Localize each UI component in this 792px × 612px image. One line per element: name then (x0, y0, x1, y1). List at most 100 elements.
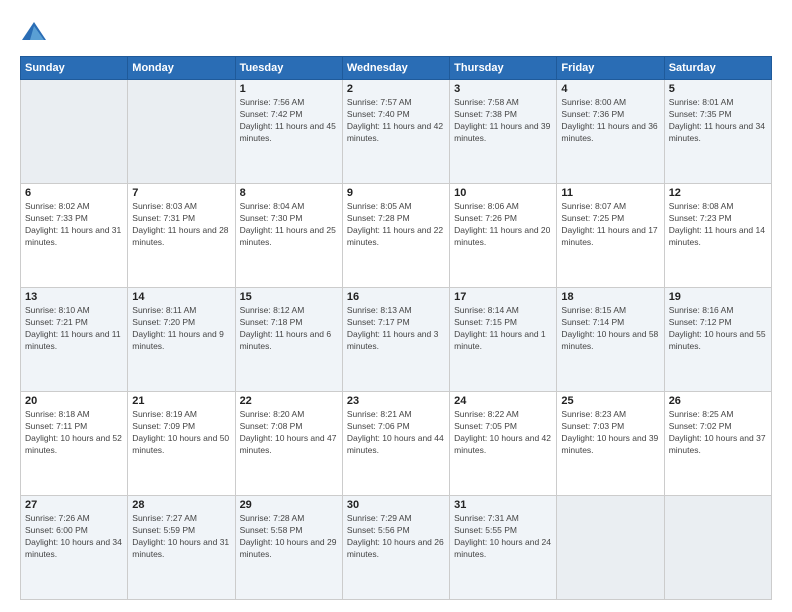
weekday-header: Tuesday (235, 57, 342, 80)
calendar-table: SundayMondayTuesdayWednesdayThursdayFrid… (20, 56, 772, 600)
day-number: 3 (454, 83, 552, 95)
day-number: 28 (132, 499, 230, 511)
calendar-cell (21, 80, 128, 184)
calendar-cell: 22 Sunrise: 8:20 AM Sunset: 7:08 PM Dayli… (235, 392, 342, 496)
day-number: 7 (132, 187, 230, 199)
calendar-cell: 28 Sunrise: 7:27 AM Sunset: 5:59 PM Dayli… (128, 496, 235, 600)
day-detail: Sunrise: 8:23 AM Sunset: 7:03 PM Dayligh… (561, 409, 659, 457)
day-detail: Sunrise: 8:16 AM Sunset: 7:12 PM Dayligh… (669, 305, 767, 353)
day-detail: Sunrise: 8:13 AM Sunset: 7:17 PM Dayligh… (347, 305, 445, 353)
weekday-header: Saturday (664, 57, 771, 80)
day-detail: Sunrise: 8:21 AM Sunset: 7:06 PM Dayligh… (347, 409, 445, 457)
day-detail: Sunrise: 7:28 AM Sunset: 5:58 PM Dayligh… (240, 513, 338, 561)
day-detail: Sunrise: 8:06 AM Sunset: 7:26 PM Dayligh… (454, 201, 552, 249)
day-number: 18 (561, 291, 659, 303)
day-number: 15 (240, 291, 338, 303)
day-detail: Sunrise: 8:18 AM Sunset: 7:11 PM Dayligh… (25, 409, 123, 457)
calendar-cell: 30 Sunrise: 7:29 AM Sunset: 5:56 PM Dayli… (342, 496, 449, 600)
day-number: 16 (347, 291, 445, 303)
calendar-cell: 8 Sunrise: 8:04 AM Sunset: 7:30 PM Daylig… (235, 184, 342, 288)
day-number: 31 (454, 499, 552, 511)
day-detail: Sunrise: 8:04 AM Sunset: 7:30 PM Dayligh… (240, 201, 338, 249)
calendar-cell: 18 Sunrise: 8:15 AM Sunset: 7:14 PM Dayli… (557, 288, 664, 392)
day-number: 1 (240, 83, 338, 95)
calendar-cell: 9Sunrise: 8:05 AM Sunset: 7:28 PM Daylig… (342, 184, 449, 288)
day-detail: Sunrise: 7:57 AM Sunset: 7:40 PM Dayligh… (347, 97, 445, 145)
calendar-cell: 10 Sunrise: 8:06 AM Sunset: 7:26 PM Dayli… (450, 184, 557, 288)
calendar-cell: 20 Sunrise: 8:18 AM Sunset: 7:11 PM Dayli… (21, 392, 128, 496)
weekday-header: Thursday (450, 57, 557, 80)
day-number: 5 (669, 83, 767, 95)
calendar-week-row: 20 Sunrise: 8:18 AM Sunset: 7:11 PM Dayli… (21, 392, 772, 496)
calendar-cell (664, 496, 771, 600)
header (20, 18, 772, 46)
calendar-cell: 25 Sunrise: 8:23 AM Sunset: 7:03 PM Dayli… (557, 392, 664, 496)
calendar-cell: 21 Sunrise: 8:19 AM Sunset: 7:09 PM Dayli… (128, 392, 235, 496)
day-number: 8 (240, 187, 338, 199)
day-number: 20 (25, 395, 123, 407)
calendar-cell: 15 Sunrise: 8:12 AM Sunset: 7:18 PM Dayli… (235, 288, 342, 392)
day-detail: Sunrise: 7:29 AM Sunset: 5:56 PM Dayligh… (347, 513, 445, 561)
day-number: 25 (561, 395, 659, 407)
logo (20, 18, 52, 46)
day-number: 19 (669, 291, 767, 303)
calendar-week-row: 27Sunrise: 7:26 AM Sunset: 6:00 PM Dayli… (21, 496, 772, 600)
day-number: 22 (240, 395, 338, 407)
calendar-cell: 23Sunrise: 8:21 AM Sunset: 7:06 PM Dayli… (342, 392, 449, 496)
calendar-cell: 24Sunrise: 8:22 AM Sunset: 7:05 PM Dayli… (450, 392, 557, 496)
calendar-cell: 7 Sunrise: 8:03 AM Sunset: 7:31 PM Daylig… (128, 184, 235, 288)
day-detail: Sunrise: 8:02 AM Sunset: 7:33 PM Dayligh… (25, 201, 123, 249)
day-detail: Sunrise: 8:20 AM Sunset: 7:08 PM Dayligh… (240, 409, 338, 457)
day-number: 6 (25, 187, 123, 199)
day-detail: Sunrise: 8:14 AM Sunset: 7:15 PM Dayligh… (454, 305, 552, 353)
weekday-header: Wednesday (342, 57, 449, 80)
day-detail: Sunrise: 7:31 AM Sunset: 5:55 PM Dayligh… (454, 513, 552, 561)
calendar-cell: 27Sunrise: 7:26 AM Sunset: 6:00 PM Dayli… (21, 496, 128, 600)
day-detail: Sunrise: 8:12 AM Sunset: 7:18 PM Dayligh… (240, 305, 338, 353)
day-detail: Sunrise: 7:56 AM Sunset: 7:42 PM Dayligh… (240, 97, 338, 145)
day-number: 30 (347, 499, 445, 511)
day-number: 26 (669, 395, 767, 407)
calendar-cell: 17Sunrise: 8:14 AM Sunset: 7:15 PM Dayli… (450, 288, 557, 392)
day-detail: Sunrise: 8:01 AM Sunset: 7:35 PM Dayligh… (669, 97, 767, 145)
day-detail: Sunrise: 7:58 AM Sunset: 7:38 PM Dayligh… (454, 97, 552, 145)
page: SundayMondayTuesdayWednesdayThursdayFrid… (0, 0, 792, 612)
weekday-header-row: SundayMondayTuesdayWednesdayThursdayFrid… (21, 57, 772, 80)
day-detail: Sunrise: 8:15 AM Sunset: 7:14 PM Dayligh… (561, 305, 659, 353)
calendar-cell (557, 496, 664, 600)
day-detail: Sunrise: 8:10 AM Sunset: 7:21 PM Dayligh… (25, 305, 123, 353)
calendar-cell: 14 Sunrise: 8:11 AM Sunset: 7:20 PM Dayli… (128, 288, 235, 392)
day-detail: Sunrise: 8:19 AM Sunset: 7:09 PM Dayligh… (132, 409, 230, 457)
day-detail: Sunrise: 8:08 AM Sunset: 7:23 PM Dayligh… (669, 201, 767, 249)
calendar-cell: 29Sunrise: 7:28 AM Sunset: 5:58 PM Dayli… (235, 496, 342, 600)
calendar-week-row: 6 Sunrise: 8:02 AM Sunset: 7:33 PM Daylig… (21, 184, 772, 288)
logo-icon (20, 18, 48, 46)
weekday-header: Sunday (21, 57, 128, 80)
day-number: 10 (454, 187, 552, 199)
calendar-cell: 31 Sunrise: 7:31 AM Sunset: 5:55 PM Dayli… (450, 496, 557, 600)
day-number: 21 (132, 395, 230, 407)
weekday-header: Monday (128, 57, 235, 80)
day-detail: Sunrise: 8:11 AM Sunset: 7:20 PM Dayligh… (132, 305, 230, 353)
calendar-cell: 6 Sunrise: 8:02 AM Sunset: 7:33 PM Daylig… (21, 184, 128, 288)
day-detail: Sunrise: 7:26 AM Sunset: 6:00 PM Dayligh… (25, 513, 123, 561)
calendar-cell: 11Sunrise: 8:07 AM Sunset: 7:25 PM Dayli… (557, 184, 664, 288)
day-detail: Sunrise: 8:00 AM Sunset: 7:36 PM Dayligh… (561, 97, 659, 145)
day-detail: Sunrise: 7:27 AM Sunset: 5:59 PM Dayligh… (132, 513, 230, 561)
day-detail: Sunrise: 8:03 AM Sunset: 7:31 PM Dayligh… (132, 201, 230, 249)
calendar-cell: 19 Sunrise: 8:16 AM Sunset: 7:12 PM Dayli… (664, 288, 771, 392)
day-number: 12 (669, 187, 767, 199)
calendar-cell: 5 Sunrise: 8:01 AM Sunset: 7:35 PM Daylig… (664, 80, 771, 184)
calendar-cell: 26 Sunrise: 8:25 AM Sunset: 7:02 PM Dayli… (664, 392, 771, 496)
day-number: 14 (132, 291, 230, 303)
day-detail: Sunrise: 8:22 AM Sunset: 7:05 PM Dayligh… (454, 409, 552, 457)
day-detail: Sunrise: 8:25 AM Sunset: 7:02 PM Dayligh… (669, 409, 767, 457)
calendar-cell: 2 Sunrise: 7:57 AM Sunset: 7:40 PM Daylig… (342, 80, 449, 184)
calendar-cell: 12 Sunrise: 8:08 AM Sunset: 7:23 PM Dayli… (664, 184, 771, 288)
calendar-cell: 16 Sunrise: 8:13 AM Sunset: 7:17 PM Dayli… (342, 288, 449, 392)
day-number: 2 (347, 83, 445, 95)
calendar-week-row: 13Sunrise: 8:10 AM Sunset: 7:21 PM Dayli… (21, 288, 772, 392)
calendar-week-row: 1 Sunrise: 7:56 AM Sunset: 7:42 PM Daylig… (21, 80, 772, 184)
calendar-cell: 13Sunrise: 8:10 AM Sunset: 7:21 PM Dayli… (21, 288, 128, 392)
calendar-cell: 1 Sunrise: 7:56 AM Sunset: 7:42 PM Daylig… (235, 80, 342, 184)
